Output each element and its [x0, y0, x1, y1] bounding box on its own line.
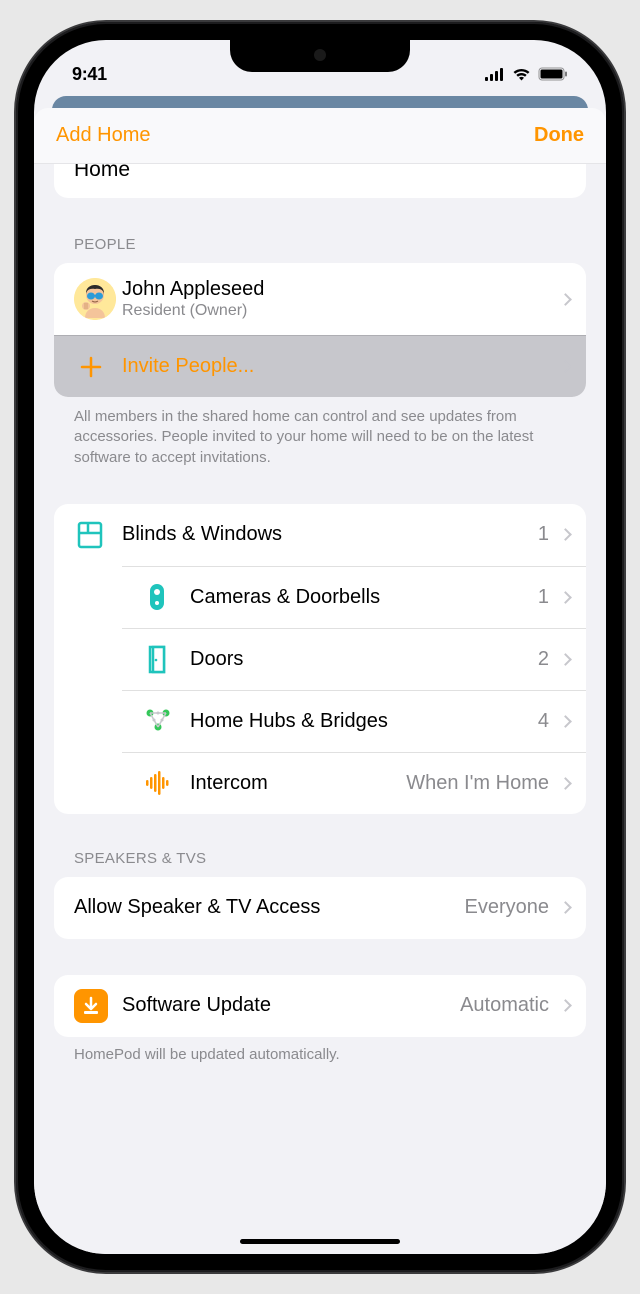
chevron-right-icon	[559, 591, 572, 604]
chevron-right-icon	[559, 999, 572, 1012]
hub-icon	[142, 705, 190, 737]
door-icon	[142, 643, 190, 675]
intercom-row[interactable]: Intercom When I'm Home	[122, 752, 586, 814]
home-indicator[interactable]	[240, 1239, 400, 1244]
row-value: 1	[538, 523, 549, 546]
row-label: Home Hubs & Bridges	[190, 710, 538, 733]
people-card: John Appleseed Resident (Owner) Invite	[54, 263, 586, 397]
person-name: John Appleseed	[122, 278, 557, 301]
done-button[interactable]: Done	[534, 124, 584, 147]
chevron-right-icon	[559, 528, 572, 541]
row-label: Allow Speaker & TV Access	[74, 896, 465, 919]
people-footer: All members in the shared home can contr…	[74, 407, 566, 468]
content-scroll[interactable]: Home PEOPLE	[34, 164, 606, 1254]
row-label: Intercom	[190, 772, 406, 795]
blinds-windows-row[interactable]: Blinds & Windows 1	[54, 504, 586, 566]
row-label: Software Update	[122, 994, 460, 1017]
chevron-right-icon	[559, 715, 572, 728]
wifi-icon	[512, 67, 531, 81]
cellular-icon	[485, 68, 505, 81]
settings-sheet: Add Home Done Home PEOPLE	[34, 108, 606, 1254]
status-time: 9:41	[72, 64, 107, 85]
phone-frame: 9:41 Add Home Done Home	[16, 22, 624, 1272]
plus-icon	[74, 350, 108, 384]
chevron-right-icon	[559, 777, 572, 790]
row-value: 2	[538, 648, 549, 671]
speakers-header: SPEAKERS & TVS	[74, 850, 566, 867]
row-value: When I'm Home	[406, 772, 549, 795]
invite-label: Invite People...	[122, 355, 557, 378]
row-label: Doors	[190, 648, 538, 671]
accessories-card: Blinds & Windows 1 Cameras & Doorbells 1	[54, 504, 586, 814]
hubs-bridges-row[interactable]: Home Hubs & Bridges 4	[122, 690, 586, 752]
nav-bar: Add Home Done	[34, 108, 606, 164]
chevron-right-icon	[559, 360, 572, 373]
people-header: PEOPLE	[74, 236, 566, 253]
speakers-card: Allow Speaker & TV Access Everyone	[54, 877, 586, 939]
speaker-access-row[interactable]: Allow Speaker & TV Access Everyone	[54, 877, 586, 939]
doors-row[interactable]: Doors 2	[122, 628, 586, 690]
chevron-right-icon	[559, 901, 572, 914]
avatar	[74, 278, 116, 320]
status-icons	[485, 67, 568, 81]
invite-people-row[interactable]: Invite People...	[54, 335, 586, 397]
home-title: Home	[74, 164, 566, 182]
row-value: 4	[538, 710, 549, 733]
chevron-right-icon	[559, 293, 572, 306]
row-value: Everyone	[465, 896, 550, 919]
home-card[interactable]: Home	[54, 164, 586, 198]
add-home-button[interactable]: Add Home	[56, 124, 151, 147]
row-label: Cameras & Doorbells	[190, 586, 538, 609]
person-row-owner[interactable]: John Appleseed Resident (Owner)	[54, 263, 586, 335]
intercom-icon	[142, 767, 190, 799]
battery-icon	[538, 67, 568, 81]
software-update-row[interactable]: Software Update Automatic	[54, 975, 586, 1037]
row-value: Automatic	[460, 994, 549, 1017]
blinds-icon	[74, 519, 122, 551]
download-icon	[74, 989, 108, 1023]
person-role: Resident (Owner)	[122, 302, 557, 320]
camera-icon	[142, 581, 190, 613]
phone-screen: 9:41 Add Home Done Home	[34, 40, 606, 1254]
software-footer: HomePod will be updated automatically.	[74, 1045, 566, 1065]
notch	[230, 40, 410, 72]
chevron-right-icon	[559, 653, 572, 666]
row-value: 1	[538, 586, 549, 609]
software-card: Software Update Automatic	[54, 975, 586, 1037]
cameras-doorbells-row[interactable]: Cameras & Doorbells 1	[122, 566, 586, 628]
row-label: Blinds & Windows	[122, 523, 538, 546]
